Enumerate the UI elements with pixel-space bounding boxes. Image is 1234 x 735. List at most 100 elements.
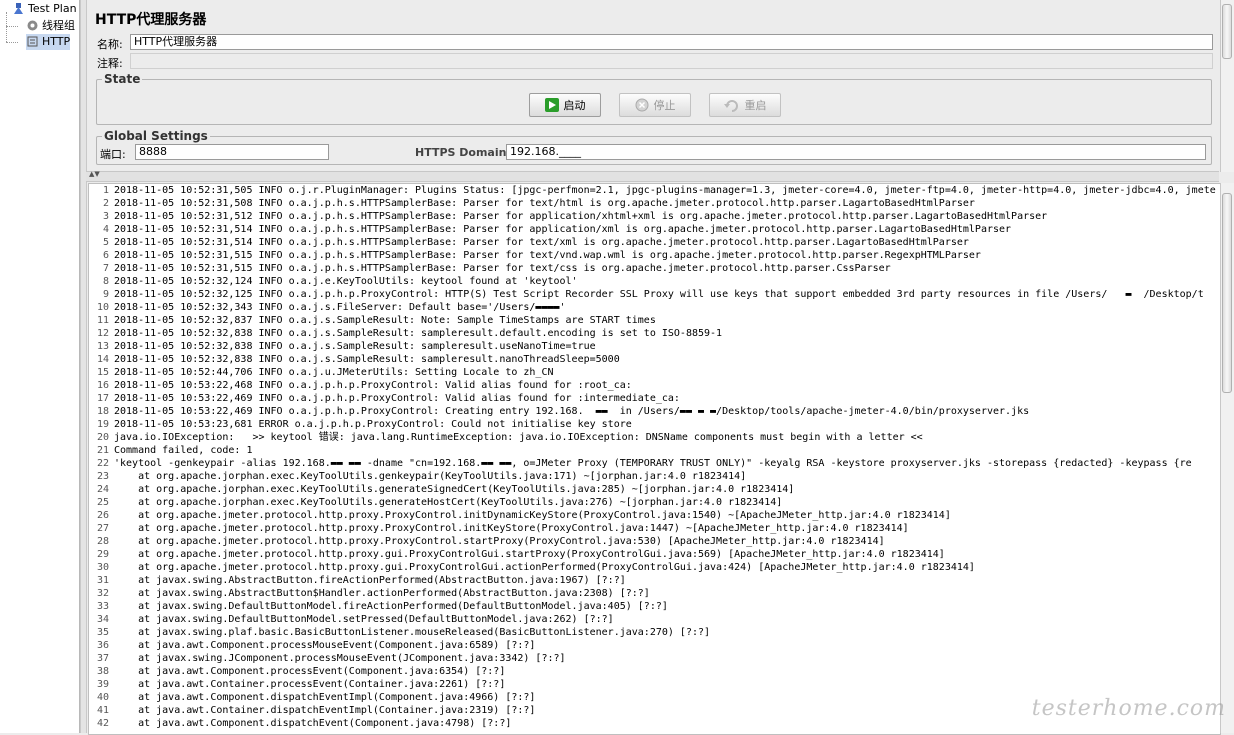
log-text: java.io.IOException: >> keytool 错误: java… [114,432,923,443]
log-line: 3 2018-11-05 10:52:31,512 INFO o.a.j.p.h.… [89,210,1220,223]
stop-icon [635,98,649,112]
stop-button-label: 停止 [653,99,676,112]
log-text: 2018-11-05 10:52:32,838 INFO o.a.j.s.Sam… [114,328,723,339]
line-number: 4 [102,224,109,235]
line-number: 11 [96,315,109,326]
restart-button[interactable]: 重启 [709,93,781,117]
log-line: 2 2018-11-05 10:52:31,508 INFO o.a.j.p.h.… [89,197,1220,210]
line-number: 34 [96,614,109,625]
log-line: 26 at org.apache.jmeter.protocol.http.pr… [89,509,1220,522]
log-scrollbar-thumb[interactable] [1222,193,1232,393]
tree-item-label: HTTP [42,35,71,48]
log-text: at java.awt.Component.processEvent(Compo… [114,666,506,677]
https-domains-field[interactable]: 192.168.____ [506,144,1206,160]
start-button[interactable]: 启动 [529,93,601,117]
horizontal-splitter[interactable]: ▲▼ [86,170,1219,182]
proxy-icon [26,35,39,48]
line-number: 16 [96,380,109,391]
global-settings-group: Global Settings 端口: 8888 HTTPS Domains: … [96,129,1212,165]
line-number: 20 [96,432,109,443]
log-text: at org.apache.jmeter.protocol.http.proxy… [114,562,975,573]
line-number: 9 [102,289,109,300]
log-line: 34 at javax.swing.DefaultButtonModel.set… [89,613,1220,626]
tree-item-http-proxy[interactable]: HTTP [26,34,71,50]
line-number: 37 [96,653,109,664]
log-text: 2018-11-05 10:52:31,514 INFO o.a.j.p.h.s… [114,237,969,248]
line-number: 6 [102,250,109,261]
log-text: at org.apache.jmeter.protocol.http.proxy… [114,523,909,534]
log-scrollbar[interactable] [1220,183,1234,733]
line-number: 22 [96,458,109,469]
line-number: 35 [96,627,109,638]
line-number: 31 [96,575,109,586]
page-title: HTTP代理服务器 [95,12,207,28]
line-number: 42 [96,718,109,729]
log-line: 31 at javax.swing.AbstractButton.fireAct… [89,574,1220,587]
test-plan-tree[interactable]: Test Plan 线程组 HTTP [0,0,80,733]
tree-item-thread-group[interactable]: 线程组 [26,18,75,34]
line-number: 2 [102,198,109,209]
log-text: at org.apache.jmeter.protocol.http.proxy… [114,510,951,521]
log-text: at java.awt.Container.dispatchEventImpl(… [114,705,536,716]
log-line: 4 2018-11-05 10:52:31,514 INFO o.a.j.p.h.… [89,223,1220,236]
tree-connector [6,26,18,27]
log-text: at javax.swing.AbstractButton.fireAction… [114,575,626,586]
port-field[interactable]: 8888 [135,144,329,160]
restart-icon [723,98,740,112]
log-line: 5 2018-11-05 10:52:31,514 INFO o.a.j.p.h.… [89,236,1220,249]
log-line: 1 2018-11-05 10:52:31,505 INFO o.j.r.Plug… [89,184,1220,197]
log-text: 'keytool -genkeypair -alias 192.168.▬▬ ▬… [114,458,1192,469]
log-line: 19 2018-11-05 10:53:23,681 ERROR o.a.j.p.… [89,418,1220,431]
log-line: 15 2018-11-05 10:52:44,706 INFO o.a.j.u.J… [89,366,1220,379]
log-line: 10 2018-11-05 10:52:32,343 INFO o.a.j.s.F… [89,301,1220,314]
log-line: 30 at org.apache.jmeter.protocol.http.pr… [89,561,1220,574]
log-text: 2018-11-05 10:52:44,706 INFO o.a.j.u.JMe… [114,367,554,378]
comment-field[interactable] [130,53,1213,69]
log-text: 2018-11-05 10:53:22,469 INFO o.a.j.p.h.p… [114,406,1030,417]
log-text: 2018-11-05 10:52:31,508 INFO o.a.j.p.h.s… [114,198,975,209]
log-text: at java.awt.Container.processEvent(Conta… [114,679,506,690]
log-line: 13 2018-11-05 10:52:32,838 INFO o.a.j.s.S… [89,340,1220,353]
log-text: at javax.swing.AbstractButton$Handler.ac… [114,588,650,599]
log-text: at org.apache.jmeter.protocol.http.proxy… [114,536,885,547]
log-text: 2018-11-05 10:52:32,124 INFO o.a.j.e.Key… [114,276,578,287]
tree-item-label: Test Plan [28,2,77,15]
log-line: 14 2018-11-05 10:52:32,838 INFO o.a.j.s.S… [89,353,1220,366]
line-number: 25 [96,497,109,508]
log-text: 2018-11-05 10:52:32,125 INFO o.a.j.p.h.p… [114,289,1204,300]
log-text: 2018-11-05 10:52:32,838 INFO o.a.j.s.Sam… [114,341,596,352]
restart-button-label: 重启 [744,99,767,112]
collapse-arrows-icon[interactable]: ▲▼ [89,170,100,178]
log-text: 2018-11-05 10:52:31,515 INFO o.a.j.p.h.s… [114,250,981,261]
log-line: 18 2018-11-05 10:53:22,469 INFO o.a.j.p.h… [89,405,1220,418]
log-line: 37 at javax.swing.JComponent.processMous… [89,652,1220,665]
panel-scrollbar[interactable] [1220,0,1234,172]
line-number: 18 [96,406,109,417]
line-number: 19 [96,419,109,430]
log-line: 36 at java.awt.Component.processMouseEve… [89,639,1220,652]
log-line: 29 at org.apache.jmeter.protocol.http.pr… [89,548,1220,561]
stop-button[interactable]: 停止 [619,93,691,117]
tree-item-test-plan[interactable]: Test Plan [12,1,77,17]
line-number: 29 [96,549,109,560]
line-number: 24 [96,484,109,495]
name-field[interactable]: HTTP代理服务器 [130,34,1213,50]
log-line: 27 at org.apache.jmeter.protocol.http.pr… [89,522,1220,535]
tree-item-label: 线程组 [42,19,75,32]
log-line: 20 java.io.IOException: >> keytool 错误: ja… [89,431,1220,444]
line-number: 3 [102,211,109,222]
log-text: 2018-11-05 10:52:31,512 INFO o.a.j.p.h.s… [114,211,1048,222]
log-line: 11 2018-11-05 10:52:32,837 INFO o.a.j.s.S… [89,314,1220,327]
log-line: 16 2018-11-05 10:53:22,468 INFO o.a.j.p.h… [89,379,1220,392]
line-number: 5 [102,237,109,248]
log-viewer[interactable]: 1 2018-11-05 10:52:31,505 INFO o.j.r.Plug… [88,183,1221,735]
https-domains-label: HTTPS Domains: [415,146,518,159]
state-group: State 启动 停止 重启 [96,72,1212,125]
panel-scrollbar-thumb[interactable] [1222,4,1232,59]
log-text: 2018-11-05 10:52:31,515 INFO o.a.j.p.h.s… [114,263,891,274]
line-number: 1 [102,185,109,196]
tree-connector [6,42,18,43]
gear-icon [26,19,39,32]
watermark: testerhome.com [1031,696,1226,721]
log-line: 8 2018-11-05 10:52:32,124 INFO o.a.j.e.Ke… [89,275,1220,288]
